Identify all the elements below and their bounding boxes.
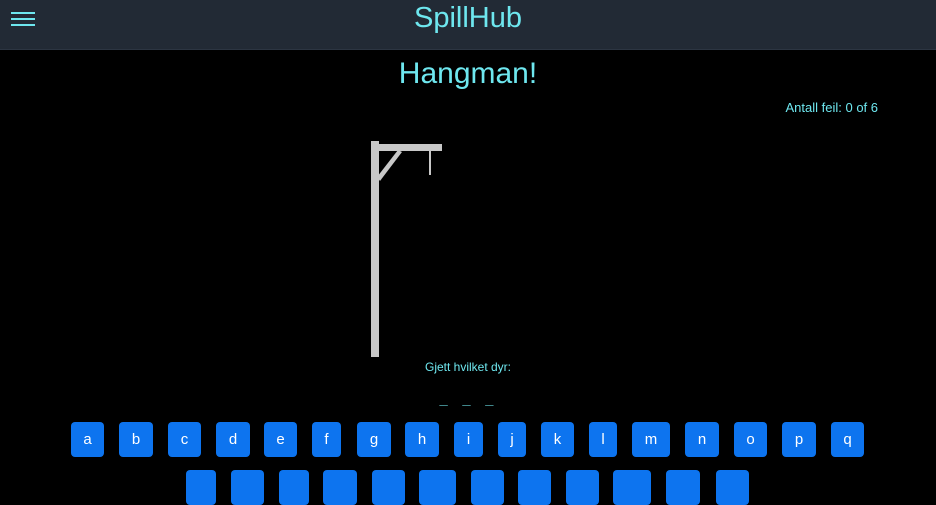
letter-key-n[interactable]: n xyxy=(685,422,719,457)
brand-title[interactable]: SpillHub xyxy=(414,2,522,34)
brand-title-container: SpillHub xyxy=(0,2,936,35)
letter-key-row2-3[interactable] xyxy=(279,470,309,505)
letter-key-i[interactable]: i xyxy=(454,422,483,457)
gallows-post xyxy=(371,141,379,357)
letter-key-row2-12[interactable] xyxy=(716,470,749,505)
gallows-beam xyxy=(371,144,442,151)
letter-key-q[interactable]: q xyxy=(831,422,864,457)
letter-key-row2-10[interactable] xyxy=(613,470,651,505)
letter-key-row2-11[interactable] xyxy=(666,470,700,505)
gallows-brace xyxy=(377,150,402,181)
letter-key-k[interactable]: k xyxy=(541,422,574,457)
letter-key-row2-6[interactable] xyxy=(419,470,456,505)
letter-key-row2-8[interactable] xyxy=(518,470,551,505)
letter-key-row2-4[interactable] xyxy=(323,470,357,505)
letter-key-m[interactable]: m xyxy=(632,422,670,457)
letter-key-g[interactable]: g xyxy=(357,422,391,457)
letter-key-j[interactable]: j xyxy=(498,422,526,457)
letter-key-f[interactable]: f xyxy=(312,422,341,457)
letter-key-p[interactable]: p xyxy=(782,422,816,457)
letter-key-row2-2[interactable] xyxy=(231,470,264,505)
letter-key-h[interactable]: h xyxy=(405,422,439,457)
guess-hint: Gjett hvilket dyr: xyxy=(424,360,512,374)
letter-key-a[interactable]: a xyxy=(71,422,104,457)
top-navbar: SpillHub xyxy=(0,0,936,50)
gallows-rope xyxy=(429,150,431,175)
word-display: _ _ _ xyxy=(439,390,497,406)
letter-key-e[interactable]: e xyxy=(264,422,297,457)
letter-key-row2-1[interactable] xyxy=(186,470,216,505)
letter-key-b[interactable]: b xyxy=(119,422,153,457)
gallows-drawing xyxy=(371,141,442,357)
error-counter: Antall feil: 0 of 6 xyxy=(785,100,879,115)
letter-key-row2-7[interactable] xyxy=(471,470,504,505)
letter-key-row2-9[interactable] xyxy=(566,470,599,505)
letter-key-c[interactable]: c xyxy=(168,422,201,457)
letter-key-d[interactable]: d xyxy=(216,422,250,457)
letter-key-l[interactable]: l xyxy=(589,422,617,457)
hamburger-menu-icon[interactable] xyxy=(11,12,35,28)
game-title: Hangman! xyxy=(398,57,538,90)
letter-key-o[interactable]: o xyxy=(734,422,767,457)
letter-key-row2-5[interactable] xyxy=(372,470,405,505)
